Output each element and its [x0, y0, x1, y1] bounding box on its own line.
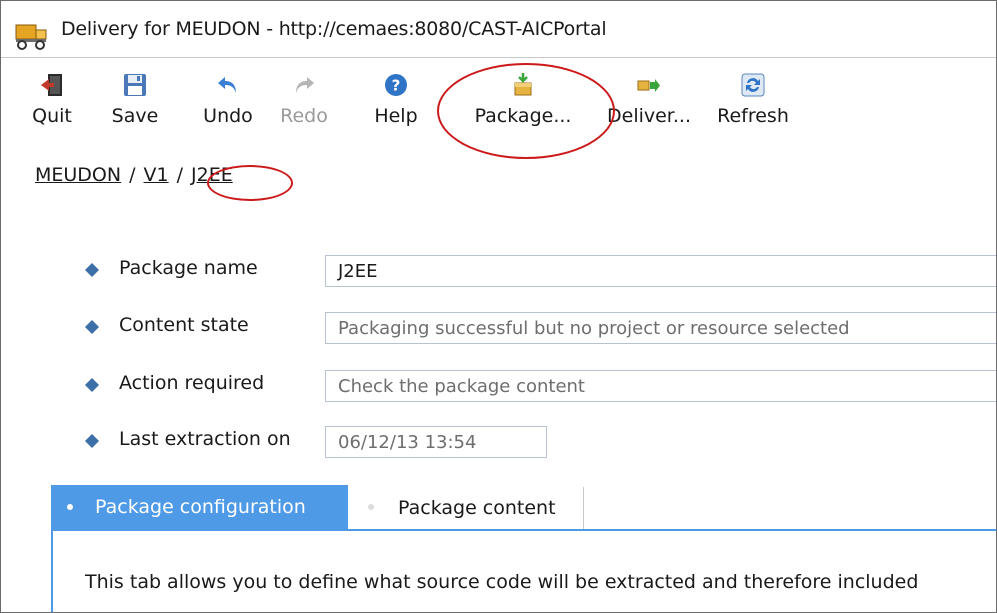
help-button[interactable]: ? Help [365, 58, 427, 138]
undo-arrow-icon [218, 77, 236, 93]
toolbar: Quit Save Undo Redo ? Help Package... De… [1, 58, 996, 148]
refresh-button[interactable]: Refresh [709, 58, 797, 138]
tab-active-dot-icon [67, 504, 73, 510]
diamond-bullet-icon [85, 263, 99, 277]
diamond-bullet-icon [85, 434, 99, 448]
tab-container: Package configuration Package content Th… [51, 485, 996, 612]
tab-inactive-dot-icon [368, 504, 374, 510]
action-required-row: Action required Check the package conten… [85, 370, 996, 402]
deliver-button[interactable]: Deliver... [597, 58, 701, 138]
breadcrumb-separator: / [129, 164, 136, 186]
package-name-input[interactable]: J2EE [325, 255, 996, 287]
tab-panel-description: This tab allows you to define what sourc… [85, 571, 919, 593]
tab-package-content-label: Package content [398, 497, 556, 519]
last-extraction-label: Last extraction on [119, 428, 291, 450]
tab-package-configuration[interactable]: Package configuration [51, 485, 348, 529]
tab-panel: This tab allows you to define what sourc… [51, 529, 996, 612]
quit-button[interactable]: Quit [23, 58, 81, 138]
content-state-row: Content state Packaging successful but n… [85, 312, 996, 344]
svg-text:?: ? [392, 77, 401, 95]
quit-label: Quit [32, 105, 72, 127]
floppy-disk-icon [124, 74, 146, 96]
tab-package-content[interactable]: Package content [348, 487, 584, 529]
deliver-label: Deliver... [607, 105, 691, 127]
window-title: Delivery for MEUDON - http://cemaes:8080… [61, 18, 607, 40]
breadcrumb: MEUDON / V1 / J2EE [35, 164, 233, 186]
refresh-icon [741, 73, 765, 97]
action-required-field: Check the package content [325, 370, 996, 402]
breadcrumb-v1[interactable]: V1 [144, 164, 169, 186]
refresh-label: Refresh [717, 105, 789, 127]
save-button[interactable]: Save [107, 58, 163, 138]
help-question-icon: ? [385, 74, 407, 96]
last-extraction-field: 06/12/13 13:54 [325, 426, 547, 458]
last-extraction-row: Last extraction on 06/12/13 13:54 [85, 426, 555, 458]
content-state-field: Packaging successful but no project or r… [325, 312, 996, 344]
package-button[interactable]: Package... [469, 58, 577, 138]
diamond-bullet-icon [85, 378, 99, 392]
content-state-label: Content state [119, 314, 249, 336]
tab-package-configuration-label: Package configuration [95, 496, 306, 518]
breadcrumb-j2ee[interactable]: J2EE [191, 164, 233, 186]
undo-label: Undo [203, 105, 253, 127]
package-name-label: Package name [119, 257, 258, 279]
title-bar: Delivery for MEUDON - http://cemaes:8080… [1, 1, 996, 58]
undo-button[interactable]: Undo [195, 58, 261, 138]
diamond-bullet-icon [85, 320, 99, 334]
save-label: Save [111, 105, 159, 127]
breadcrumb-separator: / [176, 164, 184, 186]
redo-label: Redo [280, 105, 328, 127]
redo-arrow-icon [296, 77, 314, 93]
quit-door-icon [41, 74, 62, 96]
redo-button[interactable]: Redo [273, 58, 335, 138]
deliver-arrow-icon [637, 79, 660, 92]
delivery-window: Delivery for MEUDON - http://cemaes:8080… [0, 0, 997, 613]
action-required-label: Action required [119, 372, 265, 394]
package-box-icon [514, 73, 532, 96]
package-label: Package... [474, 105, 572, 127]
package-name-row: Package name J2EE [85, 255, 996, 287]
help-label: Help [374, 105, 418, 127]
breadcrumb-meudon[interactable]: MEUDON [35, 164, 121, 186]
delivery-truck-icon [15, 24, 47, 50]
